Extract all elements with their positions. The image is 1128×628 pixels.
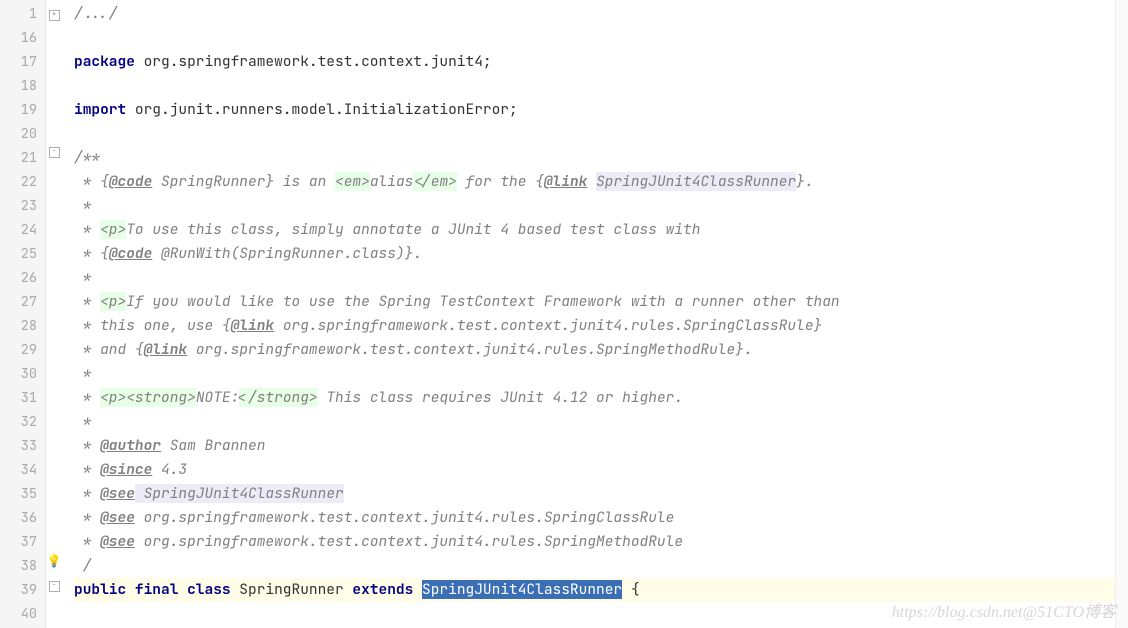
line-number[interactable]: 37	[0, 530, 45, 554]
fold-open-icon[interactable]: −	[49, 147, 60, 158]
line-number[interactable]: 1	[0, 2, 45, 26]
line-number[interactable]: 27	[0, 290, 45, 314]
keyword-package: package	[74, 52, 135, 71]
line-number[interactable]: 31	[0, 386, 45, 410]
line-number[interactable]: 18	[0, 74, 45, 98]
line-number[interactable]: 16	[0, 26, 45, 50]
line-number[interactable]: 17	[0, 50, 45, 74]
line-number[interactable]: 33	[0, 434, 45, 458]
line-number[interactable]: 39	[0, 578, 45, 602]
line-number[interactable]: 38	[0, 554, 45, 578]
em-tag-close: </em>	[413, 172, 457, 191]
strong-tag-close: </strong>	[239, 388, 317, 407]
current-line[interactable]: public final class SpringRunner extends …	[74, 578, 1115, 602]
line-number[interactable]: 29	[0, 338, 45, 362]
line-number[interactable]: 24	[0, 218, 45, 242]
fold-gutter[interactable]: + − 💡 −	[46, 0, 62, 628]
line-number[interactable]: 34	[0, 458, 45, 482]
selected-identifier[interactable]: SpringJUnit4ClassRunner	[422, 580, 622, 599]
package-name: org.springframework.test.context.junit4;	[135, 52, 492, 71]
line-number[interactable]: 20	[0, 122, 45, 146]
line-number[interactable]: 30	[0, 362, 45, 386]
marker-strip[interactable]	[1115, 0, 1128, 628]
p-tag: <p>	[100, 220, 126, 239]
line-number[interactable]: 22	[0, 170, 45, 194]
folded-block[interactable]: /.../	[74, 4, 118, 23]
line-number[interactable]: 35	[0, 482, 45, 506]
p-tag: <p>	[100, 388, 126, 407]
code-editor: 1161718192021222324252627282930313233343…	[0, 0, 1128, 628]
line-number[interactable]: 28	[0, 314, 45, 338]
line-number[interactable]: 32	[0, 410, 45, 434]
code-area[interactable]: /.../ package org.springframework.test.c…	[62, 0, 1115, 628]
javadoc-open: /**	[74, 148, 100, 167]
line-number[interactable]: 36	[0, 506, 45, 530]
keyword-import: import	[74, 100, 126, 119]
line-number[interactable]: 21	[0, 146, 45, 170]
line-number[interactable]: 25	[0, 242, 45, 266]
line-number[interactable]: 26	[0, 266, 45, 290]
line-number[interactable]: 40	[0, 602, 45, 626]
lightbulb-icon[interactable]: 💡	[47, 549, 62, 573]
javadoc-close: /	[83, 556, 92, 575]
strong-tag: <strong>	[126, 388, 196, 407]
line-number[interactable]: 23	[0, 194, 45, 218]
identifier-highlight: SpringJUnit4ClassRunner	[135, 484, 344, 503]
fold-open-icon[interactable]: −	[49, 581, 60, 592]
line-number[interactable]: 19	[0, 98, 45, 122]
em-tag: <em>	[335, 172, 370, 191]
p-tag: <p>	[100, 292, 126, 311]
fold-collapsed-icon[interactable]: +	[49, 10, 60, 21]
line-number-gutter[interactable]: 1161718192021222324252627282930313233343…	[0, 0, 46, 628]
identifier-highlight: SpringJUnit4ClassRunner	[596, 172, 796, 191]
import-name: org.junit.runners.model.InitializationEr…	[126, 100, 518, 119]
